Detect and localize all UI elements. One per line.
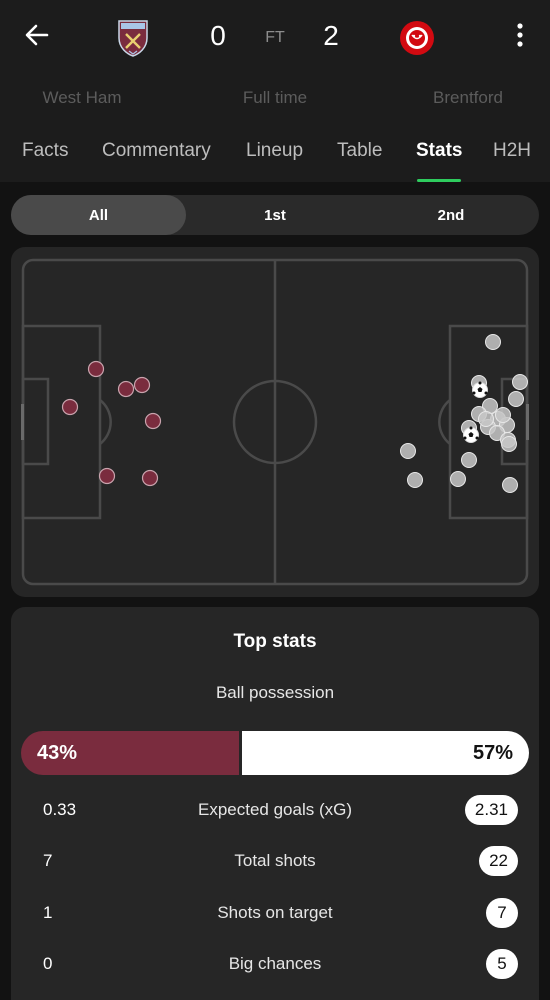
tab-commentary[interactable]: Commentary	[102, 140, 211, 162]
left-goal-area	[21, 377, 50, 466]
home-shot-marker	[117, 380, 135, 398]
away-shot-marker	[485, 334, 501, 350]
stat-home-value: 1	[43, 903, 53, 922]
possession-label: Ball possession	[215, 683, 335, 702]
stat-home-value: 0.33	[43, 800, 77, 819]
stat-away-value: 22	[479, 846, 518, 876]
period-second-half[interactable]: 2nd	[363, 195, 539, 235]
back-arrow-icon	[25, 24, 49, 46]
match-status-long: Full time	[242, 88, 308, 107]
brentford-crest-icon[interactable]	[397, 18, 437, 58]
left-penalty-arc	[99, 399, 112, 445]
home-team-name: West Ham	[42, 88, 122, 107]
possession-away: 57%	[242, 731, 529, 775]
match-status-short: FT	[265, 29, 285, 46]
top-stats-title: Top stats	[233, 631, 317, 652]
right-penalty-arc	[438, 399, 451, 445]
tab-facts[interactable]: Facts	[22, 140, 68, 162]
home-shot-marker	[98, 467, 116, 485]
possession-home: 43%	[21, 731, 239, 775]
back-button[interactable]	[20, 18, 54, 52]
away-shot-marker	[461, 452, 477, 468]
stat-label: Expected goals (xG)	[197, 800, 352, 819]
more-vertical-icon	[517, 23, 523, 47]
away-shot-marker	[478, 411, 494, 427]
period-all[interactable]: All	[11, 195, 186, 235]
stat-home-value: 7	[43, 851, 53, 870]
away-shot-marker	[502, 477, 518, 493]
home-shot-marker	[61, 398, 79, 416]
stat-row-big-chances: 0 Big chances 5	[11, 946, 539, 982]
tab-lineup[interactable]: Lineup	[246, 140, 303, 162]
stat-row-total-shots: 7 Total shots 22	[11, 843, 539, 879]
away-shot-marker	[400, 443, 416, 459]
stat-home-value: 0	[43, 954, 53, 973]
period-selector: All 1st 2nd	[11, 195, 539, 235]
away-shot-marker	[512, 374, 528, 390]
away-shot-marker	[501, 436, 517, 452]
stat-row-xg: 0.33 Expected goals (xG) 2.31	[11, 792, 539, 828]
stat-away-value: 5	[486, 949, 518, 979]
left-goal	[21, 404, 24, 440]
home-shot-marker	[133, 376, 151, 394]
away-shot-marker	[508, 391, 524, 407]
period-first-half[interactable]: 1st	[187, 195, 363, 235]
away-score: 2	[323, 20, 339, 51]
shot-map	[21, 258, 529, 586]
tab-stats[interactable]: Stats	[416, 140, 462, 162]
possession-bar: 43% 57%	[21, 731, 529, 775]
away-team-name: Brentford	[433, 88, 503, 107]
stat-label: Shots on target	[217, 903, 333, 922]
match-header: 0 FT 2 West Ham Full time Brentford Fact…	[0, 0, 550, 182]
left-penalty-area	[21, 324, 102, 520]
west-ham-crest-icon[interactable]	[113, 18, 153, 58]
home-score: 0	[210, 20, 226, 51]
home-shot-marker	[141, 469, 159, 487]
more-options-button[interactable]	[506, 18, 534, 52]
right-goal	[526, 404, 529, 440]
away-shot-marker	[407, 472, 423, 488]
top-stats-card: Top stats Ball possession 43% 57% 0.33 E…	[11, 607, 539, 1000]
shot-map-card	[11, 247, 539, 597]
stat-away-value: 7	[486, 898, 518, 928]
stat-label: Total shots	[234, 851, 316, 870]
match-tabs: Facts Commentary Lineup Table Stats H2H	[0, 130, 550, 182]
stat-label: Big chances	[228, 954, 322, 973]
away-shot-marker	[450, 471, 466, 487]
stat-row-shots-on-target: 1 Shots on target 7	[11, 895, 539, 931]
stat-away-value: 2.31	[464, 795, 518, 825]
active-tab-indicator	[417, 179, 461, 182]
tab-h2h[interactable]: H2H	[493, 140, 531, 162]
home-shot-marker	[144, 412, 162, 430]
away-shot-marker	[495, 407, 511, 423]
tab-table[interactable]: Table	[337, 140, 382, 162]
home-shot-marker	[87, 360, 105, 378]
